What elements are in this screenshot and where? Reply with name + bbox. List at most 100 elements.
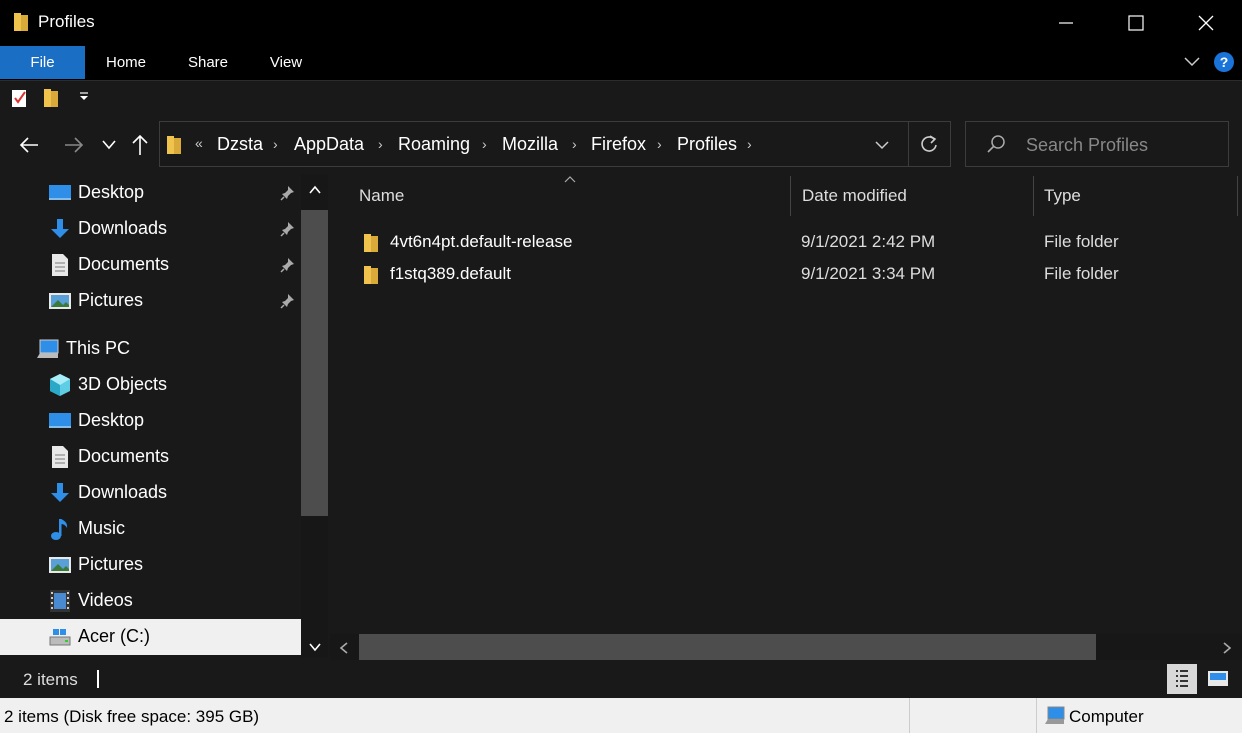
breadcrumb-item[interactable]: Profiles — [677, 134, 737, 155]
sidebar-item-label: Downloads — [78, 482, 168, 502]
chevron-right-icon[interactable]: › — [482, 136, 487, 152]
sidebar-item-label: This PC — [66, 338, 131, 358]
scrollbar-thumb[interactable] — [359, 634, 1096, 660]
column-divider[interactable] — [1033, 176, 1034, 216]
new-folder-icon[interactable] — [42, 87, 60, 109]
details-view-icon — [1176, 670, 1188, 687]
documents-icon — [52, 446, 68, 468]
details-view-button[interactable] — [1167, 664, 1197, 694]
column-header-date[interactable]: Date modified — [802, 186, 907, 206]
sidebar-item-desktop-pc[interactable]: Desktop — [0, 403, 301, 439]
divider — [909, 698, 910, 733]
large-icons-view-button[interactable] — [1203, 664, 1233, 694]
title-bar: Profiles — [0, 0, 1242, 46]
3d-objects-icon — [50, 374, 70, 396]
file-date: 9/1/2021 3:34 PM — [801, 264, 936, 283]
pin-icon[interactable] — [280, 293, 296, 309]
breadcrumb-item[interactable]: Dzsta — [217, 134, 263, 155]
breadcrumb-item[interactable]: Mozilla — [502, 134, 558, 155]
downloads-icon — [51, 219, 69, 238]
desktop-icon — [49, 413, 71, 428]
sidebar-item-music[interactable]: Music — [0, 511, 301, 547]
tab-view[interactable]: View — [258, 46, 314, 79]
recent-locations-icon[interactable] — [101, 138, 117, 152]
chevron-right-icon[interactable]: › — [747, 136, 752, 152]
chevron-right-icon[interactable]: › — [572, 136, 577, 152]
nav-scrollbar[interactable] — [301, 174, 328, 658]
breadcrumb-item[interactable]: AppData — [294, 134, 364, 155]
tab-home[interactable]: Home — [95, 46, 157, 79]
sort-ascending-icon — [564, 176, 576, 183]
sidebar-item-desktop[interactable]: Desktop — [0, 175, 301, 211]
chevron-right-icon[interactable]: › — [657, 136, 662, 152]
scroll-left-icon[interactable] — [338, 641, 350, 655]
sidebar-item-documents[interactable]: Documents — [0, 247, 301, 283]
help-icon[interactable]: ? — [1213, 51, 1235, 73]
sidebar-item-downloads-pc[interactable]: Downloads — [0, 475, 301, 511]
sidebar-item-label: 3D Objects — [78, 374, 168, 394]
divider — [908, 122, 909, 166]
sidebar-item-pictures[interactable]: Pictures — [0, 283, 301, 319]
up-icon[interactable] — [129, 133, 151, 157]
scrollbar-thumb[interactable] — [301, 210, 328, 516]
breadcrumb-item[interactable]: Roaming — [398, 134, 470, 155]
disk-info: 2 items (Disk free space: 395 GB) — [4, 707, 260, 726]
close-button[interactable] — [1171, 0, 1241, 46]
back-icon[interactable] — [18, 134, 40, 156]
tab-share[interactable]: Share — [178, 46, 238, 79]
pin-icon[interactable] — [280, 221, 296, 237]
text-cursor — [97, 670, 99, 688]
column-header-type[interactable]: Type — [1044, 186, 1081, 206]
drive-icon — [49, 629, 71, 646]
column-divider[interactable] — [1237, 176, 1238, 216]
column-header-name[interactable]: Name — [359, 186, 404, 206]
sidebar-item-videos[interactable]: Videos — [0, 583, 301, 619]
folder-icon — [364, 234, 378, 252]
refresh-icon[interactable] — [919, 134, 939, 154]
sidebar-item-label: Desktop — [78, 410, 145, 430]
documents-icon — [52, 254, 68, 276]
sidebar-item-label: Videos — [78, 590, 133, 610]
location-label: Computer — [1069, 707, 1144, 726]
breadcrumb-item[interactable]: Firefox — [591, 134, 646, 155]
sidebar-item-label: Downloads — [78, 218, 168, 238]
search-placeholder: Search Profiles — [1026, 135, 1149, 155]
column-divider[interactable] — [790, 176, 791, 216]
breadcrumb-overflow[interactable]: « — [195, 135, 203, 151]
file-date: 9/1/2021 2:42 PM — [801, 232, 936, 251]
sidebar-item-label: Pictures — [78, 554, 144, 574]
expand-ribbon-icon[interactable] — [1183, 55, 1201, 69]
sidebar-item-label: Documents — [78, 254, 170, 274]
chevron-right-icon[interactable]: › — [273, 136, 278, 152]
address-dropdown-icon[interactable] — [874, 139, 890, 151]
pin-icon[interactable] — [280, 257, 296, 273]
table-row[interactable]: f1stq389.default 9/1/2021 3:34 PM File f… — [330, 259, 1242, 289]
horizontal-scrollbar[interactable] — [330, 634, 1242, 660]
scroll-right-icon[interactable] — [1221, 641, 1233, 655]
chevron-right-icon[interactable]: › — [378, 136, 383, 152]
window-title: Profiles — [38, 12, 95, 31]
sidebar-item-documents-pc[interactable]: Documents — [0, 439, 301, 475]
sidebar-item-label: Pictures — [78, 290, 144, 310]
pin-icon[interactable] — [280, 185, 296, 201]
forward-icon[interactable] — [63, 134, 85, 156]
folder-icon — [14, 13, 28, 31]
maximize-button[interactable] — [1101, 0, 1171, 46]
table-row[interactable]: 4vt6n4pt.default-release 9/1/2021 2:42 P… — [330, 227, 1242, 257]
sidebar-item-downloads[interactable]: Downloads — [0, 211, 301, 247]
search-icon — [987, 135, 1005, 153]
pictures-icon — [49, 293, 71, 309]
item-count: 2 items — [23, 670, 78, 689]
sidebar-item-pictures-pc[interactable]: Pictures — [0, 547, 301, 583]
svg-text:?: ? — [1220, 54, 1229, 70]
scroll-down-icon[interactable] — [308, 641, 322, 653]
scroll-up-icon[interactable] — [308, 184, 322, 196]
tab-file[interactable]: File — [0, 46, 85, 79]
sidebar-item-label: Documents — [78, 446, 170, 466]
sidebar-item-this-pc[interactable]: This PC — [0, 331, 301, 367]
properties-icon[interactable] — [10, 87, 30, 109]
sidebar-item-3d-objects[interactable]: 3D Objects — [0, 367, 301, 403]
customize-toolbar-icon[interactable] — [78, 91, 90, 103]
sidebar-item-drive-c[interactable]: Acer (C:) — [0, 619, 301, 655]
minimize-button[interactable] — [1031, 0, 1101, 46]
